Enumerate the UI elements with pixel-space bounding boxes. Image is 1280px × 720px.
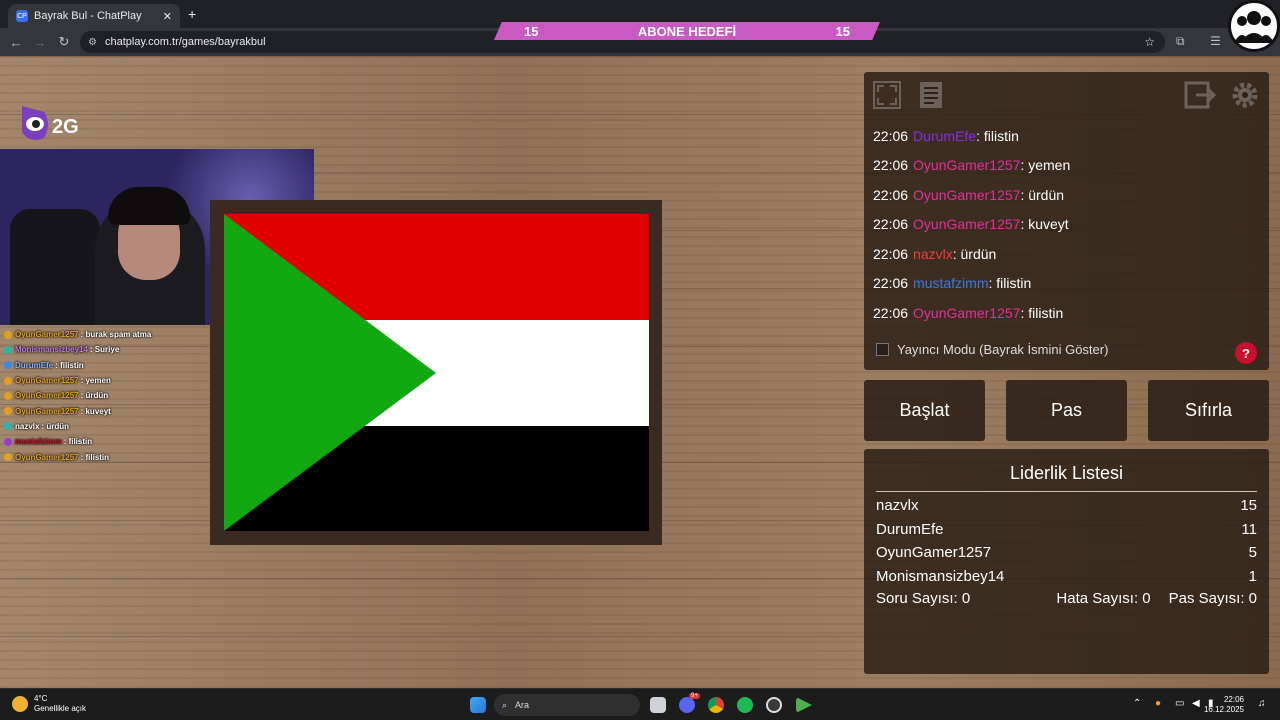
user-badge-icon xyxy=(4,345,12,354)
windows-taskbar: 4°C Genellikle açık ⌕ Ara 9+ ⌃ ● ▭ ◀ ▮ 2… xyxy=(0,688,1280,720)
media-player-icon[interactable] xyxy=(796,697,812,713)
user-badge-icon xyxy=(4,407,12,416)
site-info-icon[interactable]: ⚙ xyxy=(88,37,97,48)
leaderboard-row: OyunGamer1257 5 xyxy=(876,544,1257,562)
browser-tab[interactable]: CP Bayrak Bul - ChatPlay ✕ xyxy=(8,4,180,28)
settings-gear-icon[interactable] xyxy=(1228,78,1262,112)
forward-icon[interactable]: → xyxy=(28,35,52,50)
group-silhouette-icon xyxy=(1234,11,1274,43)
microphone-icon[interactable]: ● xyxy=(1155,698,1161,709)
search-icon: ⌕ xyxy=(502,699,508,710)
tab-close-icon[interactable]: ✕ xyxy=(163,10,172,23)
game-stats: Soru Sayısı: 0 Hata Sayısı: 0 Pas Sayısı… xyxy=(864,590,1269,607)
leaderboard-title: Liderlik Listesi xyxy=(1009,463,1124,483)
chat-message: 22:06 OyunGamer1257: filistin xyxy=(873,304,1064,321)
tab-title: Bayrak Bul - ChatPlay xyxy=(34,10,142,22)
extensions-icon[interactable]: ⧉ xyxy=(1176,34,1185,49)
fullscreen-icon[interactable] xyxy=(870,78,904,112)
goal-title: ABONE HEDEFİ xyxy=(637,23,737,39)
notification-bell-icon[interactable]: ♫ xyxy=(1258,698,1266,709)
discord-icon[interactable] xyxy=(679,697,695,713)
user-badge-icon xyxy=(4,437,12,446)
streamer-mode-toggle[interactable]: Yayıncı Modu (Bayrak İsmini Göster) xyxy=(876,342,1108,357)
streamer-logo: 2G xyxy=(18,102,80,144)
user-badge-icon xyxy=(4,453,12,462)
reading-list-icon[interactable]: ☰ xyxy=(1210,34,1221,48)
game-chat: 22:06 DurumEfe: filistin 22:06 OyunGamer12… xyxy=(873,121,1263,328)
streamer-mode-checkbox[interactable] xyxy=(876,343,889,356)
chat-message: 22:06 OyunGamer1257: yemen xyxy=(873,157,1071,174)
flag-image xyxy=(224,214,649,531)
leaderboard: Liderlik Listesi nazvlx 15 DurumEfe 11 Oyu… xyxy=(864,449,1269,674)
leaderboard-row: DurumEfe 11 xyxy=(876,520,1257,538)
help-button[interactable]: ? xyxy=(1235,342,1257,364)
reset-button[interactable]: Sıfırla xyxy=(1148,380,1269,441)
spotify-icon[interactable] xyxy=(737,697,753,713)
chatplay-favicon-icon: CP xyxy=(16,10,28,22)
document-icon[interactable] xyxy=(914,78,948,112)
pass-count: Pas Sayısı: 0 xyxy=(1168,590,1257,607)
svg-text:2G: 2G xyxy=(52,116,79,138)
weather-sun-icon xyxy=(12,696,28,712)
user-badge-icon xyxy=(4,330,12,339)
goal-current-count: 15 xyxy=(524,23,539,39)
address-url: chatplay.com.tr/games/bayrakbul xyxy=(104,36,266,48)
bookmark-star-icon[interactable]: ☆ xyxy=(1144,35,1155,49)
chat-message: 22:06 mustafzimm: filistin xyxy=(873,275,1032,292)
weather-temp: 4°C xyxy=(34,694,48,703)
leaderboard-row: Monismansizbey14 1 xyxy=(876,567,1257,585)
show-hidden-icons-icon[interactable]: ⌃ xyxy=(1133,698,1141,709)
obs-icon[interactable] xyxy=(766,697,782,713)
streamer-mode-label: Yayıncı Modu (Bayrak İsmini Göster) xyxy=(897,342,1109,357)
clock-date: 16.12.2025 xyxy=(1203,705,1244,714)
leaderboard-divider xyxy=(876,491,1257,492)
webcam-chair xyxy=(10,209,100,325)
leaderboard-row: nazvlx 15 xyxy=(876,497,1257,515)
new-tab-icon[interactable]: + xyxy=(188,6,196,22)
webcam-hair xyxy=(108,187,190,225)
leaderboard-list: nazvlx 15 DurumEfe 11 OyunGamer1257 5 Monis… xyxy=(864,494,1269,588)
user-badge-icon xyxy=(4,376,12,385)
clock-time: 22:06 xyxy=(1223,695,1244,704)
goal-target-count: 15 xyxy=(835,23,850,39)
subscriber-goal-banner: 15 ABONE HEDEFİ 15 xyxy=(494,22,880,40)
file-explorer-icon[interactable] xyxy=(650,697,666,713)
start-button[interactable]: Başlat xyxy=(864,380,985,441)
discord-notification-badge: 9+ xyxy=(689,693,700,699)
chat-message: 22:06 OyunGamer1257: kuveyt xyxy=(873,216,1069,233)
search-label: Ara xyxy=(515,700,530,710)
reload-icon[interactable]: ↻ xyxy=(52,34,76,50)
user-badge-icon xyxy=(4,391,12,400)
channel-avatar xyxy=(1228,0,1280,52)
weather-widget[interactable]: 4°C Genellikle açık xyxy=(12,694,86,714)
back-icon[interactable]: ← xyxy=(4,35,28,50)
system-clock[interactable]: 22:06 16.12.2025 xyxy=(1204,695,1244,715)
taskbar-search[interactable]: ⌕ Ara xyxy=(494,694,640,716)
logout-icon[interactable] xyxy=(1183,78,1217,112)
chrome-icon[interactable] xyxy=(708,697,724,713)
question-count: Soru Sayısı: 0 xyxy=(876,590,971,607)
network-icon[interactable]: ▭ xyxy=(1175,698,1184,709)
windows-start-icon[interactable] xyxy=(470,697,486,713)
volume-icon[interactable]: ◀ xyxy=(1192,698,1200,709)
pass-button[interactable]: Pas xyxy=(1006,380,1127,441)
weather-desc: Genellikle açık xyxy=(34,704,87,713)
chat-message: 22:06 DurumEfe: filistin xyxy=(873,127,1019,144)
error-count: Hata Sayısı: 0 xyxy=(1056,590,1151,607)
user-badge-icon xyxy=(4,422,12,431)
chat-message: 22:06 nazvlx: ürdün xyxy=(873,245,997,262)
chat-message: 22:06 OyunGamer1257: ürdün xyxy=(873,186,1065,203)
user-badge-icon xyxy=(4,361,12,370)
